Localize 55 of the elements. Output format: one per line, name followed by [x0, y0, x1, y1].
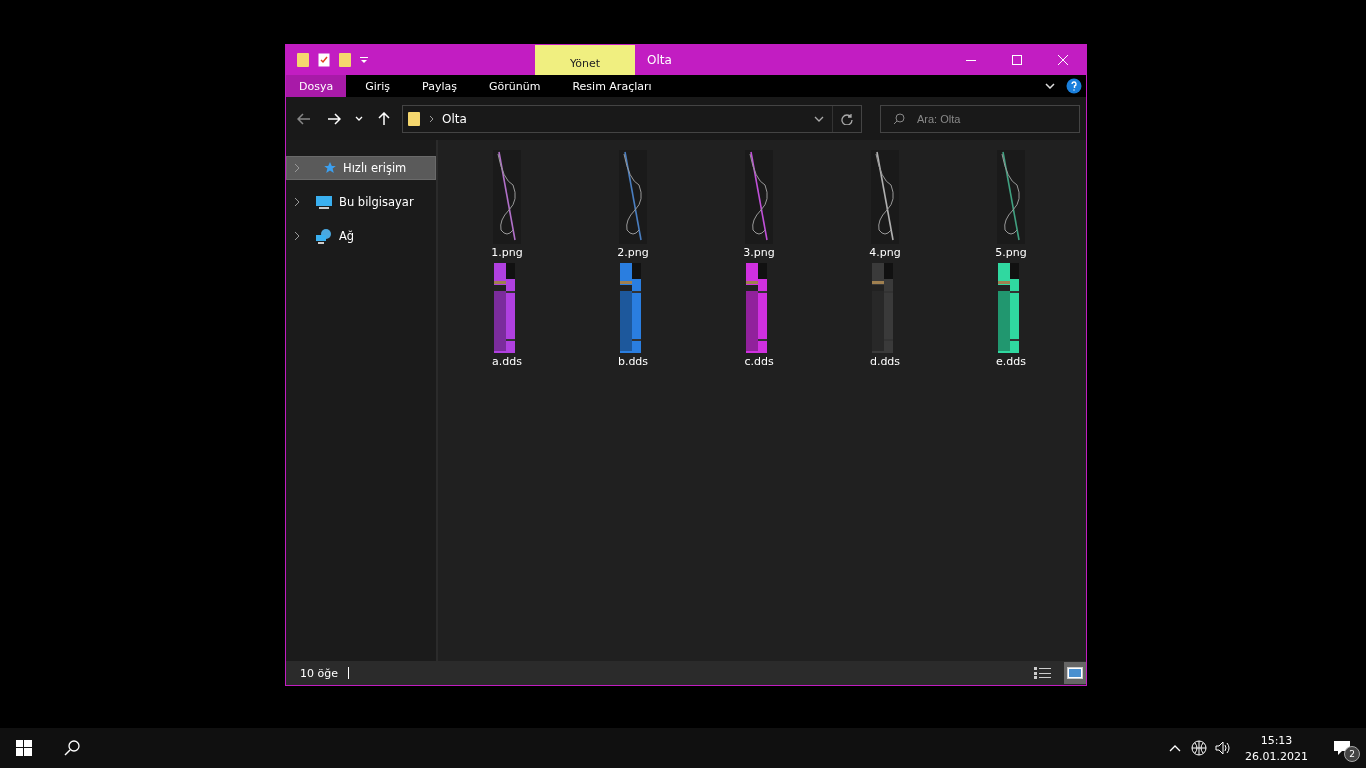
ribbon-tab[interactable]: Paylaş: [409, 75, 470, 97]
ribbon-tab[interactable]: Dosya: [286, 75, 347, 97]
search-field[interactable]: Ara: Olta: [915, 111, 1069, 126]
refresh-icon[interactable]: [841, 112, 853, 125]
file-name[interactable]: c.dds: [744, 355, 774, 368]
computer-icon: [315, 195, 333, 209]
ribbon-tab[interactable]: Görünüm: [476, 75, 554, 97]
chevron-icon: [429, 114, 434, 123]
speaker-icon[interactable]: [1215, 741, 1231, 755]
chevron-icon: [293, 231, 301, 241]
large-icons-view-button[interactable]: [1064, 662, 1086, 684]
chevron-icon: [293, 163, 301, 173]
notification-count: 2: [1344, 746, 1360, 762]
file-name[interactable]: b.dds: [617, 355, 649, 368]
nav-item[interactable]: Bu bilgisayar: [286, 190, 436, 214]
back-arrow-icon[interactable]: [297, 112, 311, 125]
search-icon: [893, 112, 905, 125]
minimize-icon[interactable]: [966, 59, 976, 61]
file-name[interactable]: 4.png: [869, 246, 901, 259]
address-path: Olta: [442, 111, 468, 126]
dropdown-icon[interactable]: [814, 115, 824, 122]
clock[interactable]: 15:13 26.01.2021: [1235, 733, 1318, 763]
globe-icon[interactable]: [1191, 740, 1207, 756]
window-title: Olta: [646, 52, 673, 69]
properties-icon[interactable]: [318, 53, 330, 67]
close-icon[interactable]: [1058, 55, 1068, 65]
search-box[interactable]: Ara: Olta: [880, 104, 1080, 133]
chevron-down-icon[interactable]: [1045, 83, 1055, 89]
item-count: 10 öğe: [300, 666, 338, 680]
search-icon[interactable]: [64, 740, 80, 756]
help-icon[interactable]: [1066, 78, 1082, 94]
file-name[interactable]: 1.png: [491, 246, 523, 259]
up-arrow-icon[interactable]: [378, 111, 390, 126]
maximize-icon[interactable]: [1012, 55, 1022, 65]
folder-icon[interactable]: [407, 110, 421, 127]
address-bar[interactable]: Olta: [402, 104, 862, 133]
file-name[interactable]: 5.png: [995, 246, 1027, 259]
star-icon: [323, 161, 337, 175]
file-name[interactable]: 2.png: [617, 246, 649, 259]
ribbon-tab[interactable]: Resim Araçları: [559, 75, 665, 97]
new-folder-icon[interactable]: [338, 52, 352, 68]
network-icon: [315, 228, 333, 244]
nav-item[interactable]: Hızlı erişim: [286, 156, 436, 180]
context-tab-label: Yönet: [535, 45, 635, 75]
ribbon-tab[interactable]: Giriş: [352, 75, 404, 97]
windows-logo[interactable]: [16, 740, 32, 756]
forward-arrow-icon[interactable]: [327, 112, 341, 125]
chevron-up-icon[interactable]: [1169, 744, 1181, 752]
file-name[interactable]: a.dds: [492, 355, 522, 368]
chevron-icon: [293, 197, 301, 207]
file-name[interactable]: e.dds: [996, 355, 1026, 368]
dropdown-icon[interactable]: [360, 56, 368, 64]
file-name[interactable]: d.dds: [869, 355, 901, 368]
file-name[interactable]: 3.png: [743, 246, 775, 259]
nav-item[interactable]: Ağ: [286, 224, 436, 248]
